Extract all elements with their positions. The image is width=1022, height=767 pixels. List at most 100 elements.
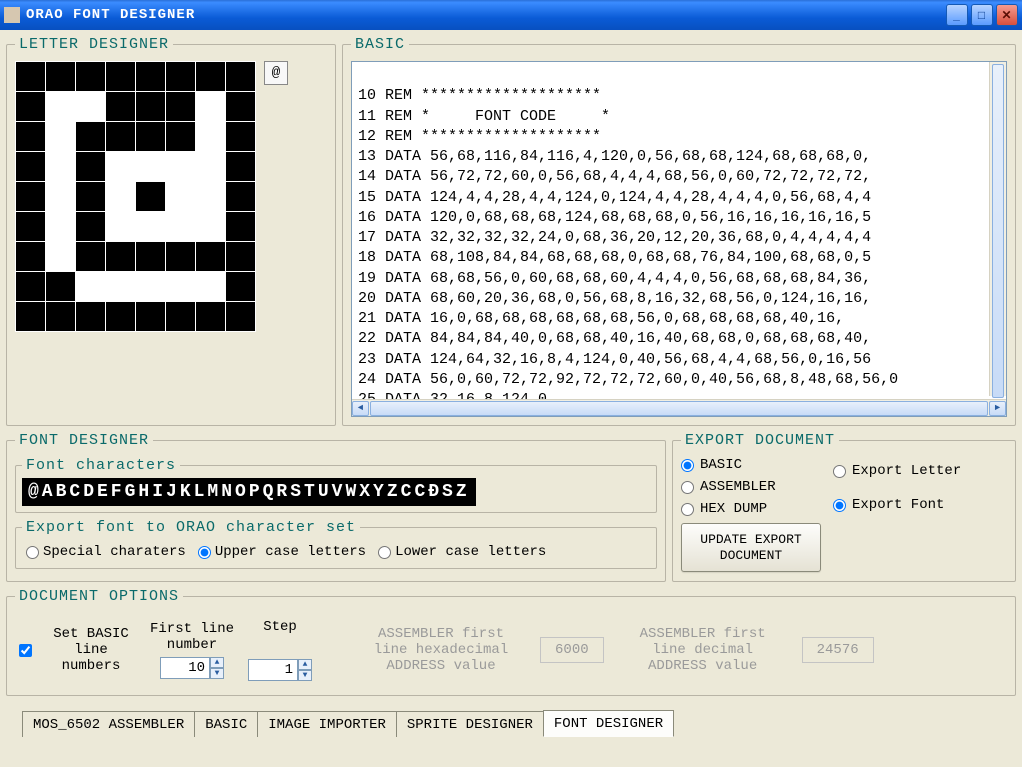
basic-code-area[interactable]: 10 REM ******************** 11 REM * FON… xyxy=(351,61,1007,417)
pixel-cell[interactable] xyxy=(106,152,136,182)
pixel-cell[interactable] xyxy=(166,92,196,122)
pixel-cell[interactable] xyxy=(46,272,76,302)
pixel-cell[interactable] xyxy=(196,242,226,272)
pixel-cell[interactable] xyxy=(16,62,46,92)
pixel-cell[interactable] xyxy=(106,182,136,212)
tab-font-designer[interactable]: FONT DESIGNER xyxy=(543,710,674,737)
pixel-cell[interactable] xyxy=(46,92,76,122)
font-char-strip[interactable]: @ABCDEFGHIJKLMNOPQRSTUVWXYZCCĐSZ xyxy=(22,478,476,506)
pixel-cell[interactable] xyxy=(76,92,106,122)
tab-mos6502[interactable]: MOS_6502 ASSEMBLER xyxy=(22,711,195,737)
pixel-cell[interactable] xyxy=(46,152,76,182)
scroll-right-icon[interactable]: ► xyxy=(989,401,1006,416)
pixel-cell[interactable] xyxy=(166,272,196,302)
pixel-cell[interactable] xyxy=(106,212,136,242)
pixel-cell[interactable] xyxy=(16,152,46,182)
pixel-cell[interactable] xyxy=(76,212,106,242)
scroll-left-icon[interactable]: ◄ xyxy=(352,401,369,416)
pixel-cell[interactable] xyxy=(16,122,46,152)
pixel-cell[interactable] xyxy=(136,302,166,332)
pixel-cell[interactable] xyxy=(226,302,256,332)
pixel-cell[interactable] xyxy=(106,242,136,272)
first-line-spinner[interactable]: ▲▼ xyxy=(160,657,224,679)
pixel-cell[interactable] xyxy=(196,272,226,302)
close-button[interactable]: ✕ xyxy=(996,4,1018,26)
minimize-button[interactable]: _ xyxy=(946,4,968,26)
pixel-cell[interactable] xyxy=(226,122,256,152)
pixel-cell[interactable] xyxy=(16,242,46,272)
pixel-cell[interactable] xyxy=(226,152,256,182)
pixel-cell[interactable] xyxy=(196,212,226,242)
pixel-cell[interactable] xyxy=(46,212,76,242)
radio-special-characters[interactable]: Special charaters xyxy=(26,544,186,560)
pixel-cell[interactable] xyxy=(136,92,166,122)
pixel-cell[interactable] xyxy=(106,272,136,302)
pixel-grid[interactable] xyxy=(15,61,256,332)
pixel-cell[interactable] xyxy=(196,302,226,332)
pixel-cell[interactable] xyxy=(76,272,106,302)
radio-upper-case[interactable]: Upper case letters xyxy=(198,544,366,560)
pixel-cell[interactable] xyxy=(46,122,76,152)
update-export-button[interactable]: UPDATE EXPORTDOCUMENT xyxy=(681,523,821,572)
pixel-cell[interactable] xyxy=(16,302,46,332)
spin-up-icon[interactable]: ▲ xyxy=(298,659,312,670)
pixel-cell[interactable] xyxy=(166,122,196,152)
pixel-cell[interactable] xyxy=(196,152,226,182)
pixel-cell[interactable] xyxy=(16,212,46,242)
radio-export-font[interactable]: Export Font xyxy=(833,497,961,513)
vertical-scrollbar[interactable] xyxy=(989,62,1006,396)
spin-up-icon[interactable]: ▲ xyxy=(210,657,224,668)
pixel-cell[interactable] xyxy=(16,272,46,302)
tab-basic[interactable]: BASIC xyxy=(194,711,258,737)
horizontal-scrollbar[interactable]: ◄ ► xyxy=(352,399,1006,416)
tab-image-importer[interactable]: IMAGE IMPORTER xyxy=(257,711,397,737)
pixel-cell[interactable] xyxy=(76,62,106,92)
pixel-cell[interactable] xyxy=(166,242,196,272)
step-input[interactable] xyxy=(248,659,298,681)
maximize-button[interactable]: □ xyxy=(971,4,993,26)
pixel-cell[interactable] xyxy=(166,302,196,332)
pixel-cell[interactable] xyxy=(136,122,166,152)
pixel-cell[interactable] xyxy=(76,152,106,182)
pixel-cell[interactable] xyxy=(136,62,166,92)
pixel-cell[interactable] xyxy=(76,242,106,272)
pixel-cell[interactable] xyxy=(196,122,226,152)
pixel-cell[interactable] xyxy=(226,242,256,272)
pixel-cell[interactable] xyxy=(196,62,226,92)
pixel-cell[interactable] xyxy=(226,272,256,302)
pixel-cell[interactable] xyxy=(166,212,196,242)
spin-down-icon[interactable]: ▼ xyxy=(210,668,224,679)
pixel-cell[interactable] xyxy=(46,242,76,272)
pixel-cell[interactable] xyxy=(106,302,136,332)
pixel-cell[interactable] xyxy=(106,92,136,122)
pixel-cell[interactable] xyxy=(76,302,106,332)
pixel-cell[interactable] xyxy=(76,122,106,152)
set-basic-lines-checkbox[interactable] xyxy=(19,644,32,657)
pixel-cell[interactable] xyxy=(136,182,166,212)
pixel-cell[interactable] xyxy=(226,62,256,92)
pixel-cell[interactable] xyxy=(166,152,196,182)
radio-export-basic[interactable]: BASIC xyxy=(681,457,821,473)
pixel-cell[interactable] xyxy=(106,122,136,152)
spin-down-icon[interactable]: ▼ xyxy=(298,670,312,681)
pixel-cell[interactable] xyxy=(16,182,46,212)
pixel-cell[interactable] xyxy=(226,182,256,212)
pixel-cell[interactable] xyxy=(46,62,76,92)
pixel-cell[interactable] xyxy=(76,182,106,212)
pixel-cell[interactable] xyxy=(166,182,196,212)
pixel-cell[interactable] xyxy=(46,182,76,212)
pixel-cell[interactable] xyxy=(46,302,76,332)
radio-export-hexdump[interactable]: HEX DUMP xyxy=(681,501,821,517)
pixel-cell[interactable] xyxy=(16,92,46,122)
pixel-cell[interactable] xyxy=(136,212,166,242)
pixel-cell[interactable] xyxy=(226,92,256,122)
pixel-cell[interactable] xyxy=(166,62,196,92)
pixel-cell[interactable] xyxy=(106,62,136,92)
pixel-cell[interactable] xyxy=(226,212,256,242)
tab-sprite-designer[interactable]: SPRITE DESIGNER xyxy=(396,711,544,737)
step-spinner[interactable]: ▲▼ xyxy=(248,659,312,681)
pixel-cell[interactable] xyxy=(196,182,226,212)
radio-export-letter[interactable]: Export Letter xyxy=(833,463,961,479)
pixel-cell[interactable] xyxy=(196,92,226,122)
pixel-cell[interactable] xyxy=(136,272,166,302)
